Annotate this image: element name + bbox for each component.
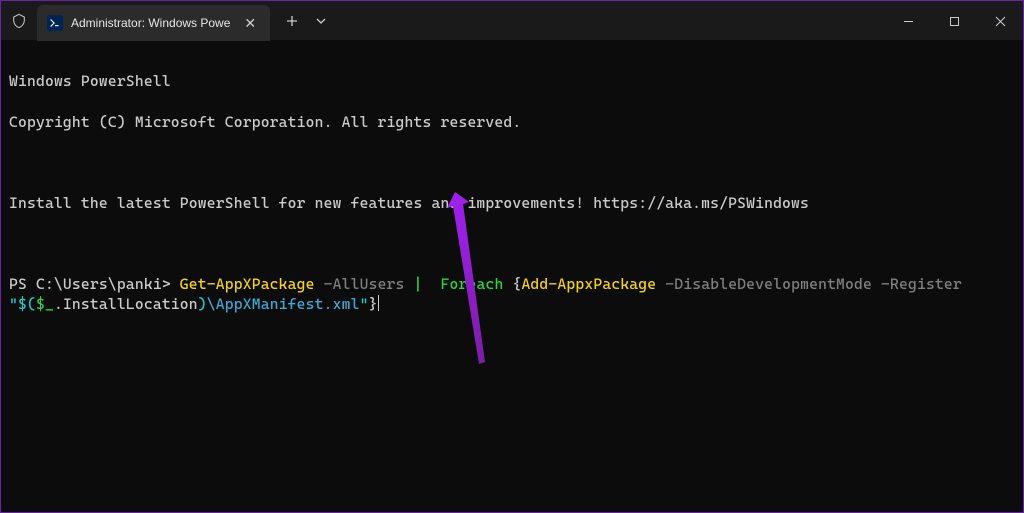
cmd-token <box>423 275 441 293</box>
output-line: Install the latest PowerShell for new fe… <box>9 193 1015 213</box>
cmd-token: ) <box>198 295 207 313</box>
powershell-icon <box>47 15 63 31</box>
maximize-button[interactable] <box>931 1 977 41</box>
terminal-output[interactable]: Windows PowerShell Copyright (C) Microso… <box>1 41 1023 345</box>
titlebar: Administrator: Windows Powe ✕ <box>1 1 1023 41</box>
cmd-token: .InstallLocation <box>54 295 198 313</box>
cmd-token: "$( <box>9 295 36 313</box>
text-cursor <box>378 295 379 311</box>
titlebar-actions <box>270 1 334 40</box>
close-button[interactable] <box>977 1 1023 41</box>
cmd-token: -AllUsers <box>315 275 414 293</box>
cmd-token: Get-AppXPackage <box>180 275 315 293</box>
output-line <box>9 152 1015 172</box>
tab-dropdown-button[interactable] <box>308 5 334 37</box>
cmd-token: Add-AppxPackage <box>521 275 656 293</box>
cmd-token: \AppXManifest.xml <box>207 295 360 313</box>
command-line: PS C:\Users\panki> Get-AppXPackage -AllU… <box>9 274 1015 315</box>
titlebar-drag-area[interactable] <box>334 1 885 40</box>
window-controls <box>885 1 1023 40</box>
output-line <box>9 233 1015 253</box>
prompt: PS C:\Users\panki> <box>9 275 180 293</box>
cmd-token: } <box>369 295 378 313</box>
tab-powershell[interactable]: Administrator: Windows Powe ✕ <box>37 5 270 41</box>
cmd-token: Foreach <box>441 275 504 293</box>
cmd-token: | <box>414 275 423 293</box>
tab-close-button[interactable]: ✕ <box>238 13 262 34</box>
cmd-token: -DisableDevelopmentMode -Register <box>656 275 971 293</box>
new-tab-button[interactable] <box>276 5 308 37</box>
output-line: Copyright (C) Microsoft Corporation. All… <box>9 112 1015 132</box>
output-line: Windows PowerShell <box>9 71 1015 91</box>
tab-title: Administrator: Windows Powe <box>71 16 230 30</box>
minimize-button[interactable] <box>885 1 931 41</box>
cmd-token: $_ <box>36 295 54 313</box>
cmd-token: " <box>360 295 369 313</box>
shield-icon <box>1 1 37 40</box>
cmd-token: { <box>503 275 521 293</box>
